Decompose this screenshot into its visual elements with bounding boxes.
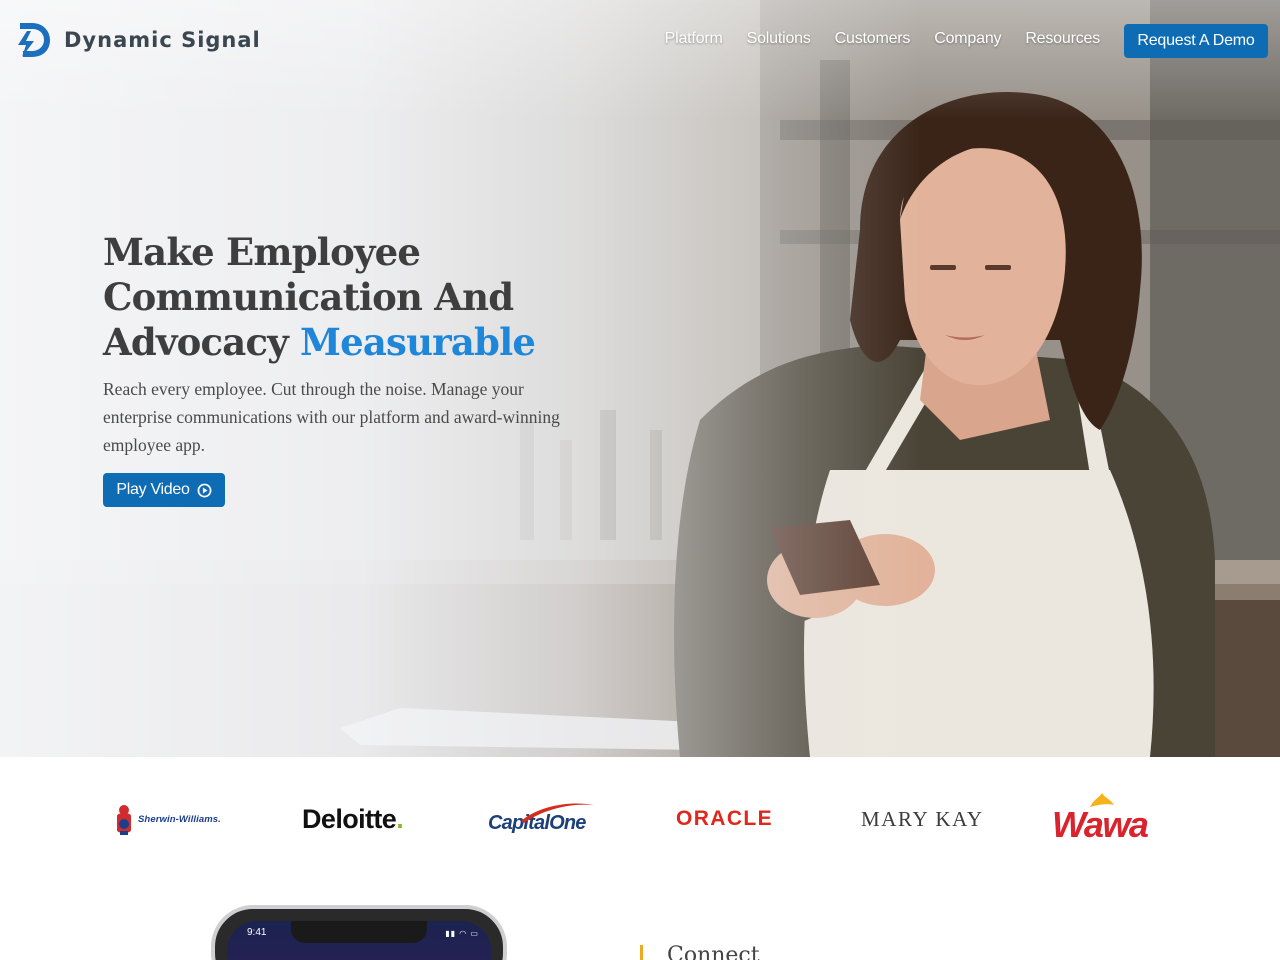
deloitte-wordmark: Deloitte [302,803,397,834]
wawa-wordmark: Wawa [1052,804,1149,845]
capitalone-swoosh-icon [521,803,594,823]
connect-heading: Connect [667,943,760,960]
request-demo-button[interactable]: Request A Demo [1124,24,1268,58]
play-video-button[interactable]: Play Video [103,473,225,507]
play-video-label: Play Video [116,481,190,498]
client-oracle: ORACLE [676,807,774,830]
hero-copy: Make Employee Communication And Advocacy… [103,230,603,459]
dynamic-signal-logo-icon [18,23,50,57]
client-capital-one: CapitalOne [488,789,594,849]
nav-resources[interactable]: Resources [1025,30,1100,48]
hero-subtitle: Reach every employee. Cut through the no… [103,379,560,455]
client-sherwin-williams: Sherwin-Williams. [114,789,221,849]
client-deloitte: Deloitte. [302,789,404,849]
play-circle-icon [197,483,212,497]
sherwin-williams-wordmark: Sherwin-Williams. [138,813,221,825]
hero-title-line3: Advocacy [103,320,300,364]
main-nav: Platform Solutions Customers Company Res… [665,30,1101,48]
client-logos: Sherwin-Williams. Deloitte. CapitalOne O… [0,757,1280,882]
sherwin-williams-logo-icon [117,805,131,835]
nav-platform[interactable]: Platform [665,30,723,48]
site-header: Dynamic Signal Platform Solutions Custom… [0,0,1280,82]
client-wawa: Wawa [1052,789,1149,849]
deloitte-dot: . [396,803,404,834]
nav-company[interactable]: Company [934,30,1001,48]
client-mary-kay: MARY KAY [861,806,984,831]
nav-solutions[interactable]: Solutions [747,30,811,48]
nav-customers[interactable]: Customers [835,30,911,48]
phone-status-icons: ▮▮ ◠ ▭ [445,929,479,938]
section-accent-bar [640,945,643,960]
phone-time: 9:41 [247,927,267,938]
hero-title-accent: Measurable [299,320,536,364]
phone-mockup: 9:41 ▮▮ ◠ ▭ [211,905,507,960]
hero-title-line1: Make Employee [103,230,421,274]
brand-logo[interactable]: Dynamic Signal [12,18,261,62]
hero-title: Make Employee Communication And Advocacy… [103,230,603,365]
hero-title-line2: Communication And [103,275,514,319]
phone-notch [291,921,427,943]
brand-name: Dynamic Signal [64,28,261,52]
